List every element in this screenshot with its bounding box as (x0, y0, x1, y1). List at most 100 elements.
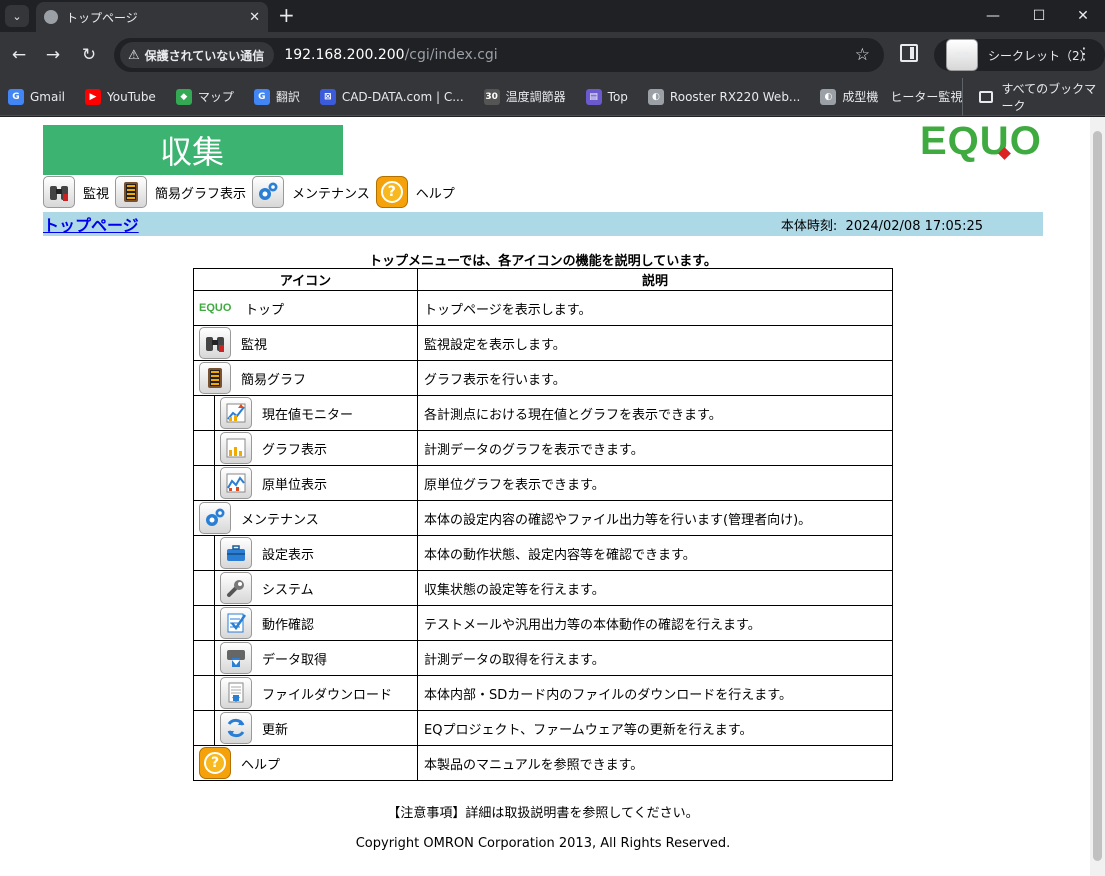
gears-icon[interactable] (252, 176, 285, 208)
bookmark-label: CAD-DATA.com | C... (341, 89, 464, 104)
icon-cell: メンテナンス (193, 500, 418, 536)
wrench-icon[interactable] (220, 572, 252, 604)
folder-icon (979, 91, 994, 103)
bookmark-item[interactable]: ◆ マップ (175, 88, 234, 105)
back-button[interactable]: ← (6, 42, 32, 68)
icon-cell: ? ヘルプ (193, 745, 418, 781)
gears-icon[interactable] (199, 502, 231, 534)
icon-cell-content: 原単位表示 (214, 466, 417, 500)
bookmark-label: Rooster RX220 Web... (669, 89, 801, 104)
bookmark-label: YouTube (107, 89, 156, 104)
bookmark-item[interactable]: ◐ Rooster RX220 Web... (647, 88, 801, 105)
tab-title: トップページ (66, 10, 138, 25)
tab-close-icon[interactable]: ✕ (249, 10, 260, 25)
row-label: ヘルプ (241, 757, 281, 773)
icon-cell: 動作確認 (193, 605, 418, 641)
bookmark-item[interactable]: 30 温度調節器 (483, 88, 566, 105)
bookmark-star-icon[interactable]: ☆ (855, 45, 870, 65)
table-row: 監視 監視設定を表示します。 (193, 325, 893, 361)
scrollbar-thumb[interactable] (1093, 131, 1102, 861)
row-label: 動作確認 (262, 617, 315, 633)
binoculars-icon[interactable] (43, 176, 75, 208)
data-download-icon[interactable] (220, 642, 252, 674)
tab-strip: ⌄ トップページ ✕ + — ☐ ✕ (0, 0, 1105, 32)
nav-item-label: メンテナンス (292, 186, 370, 202)
new-tab-button[interactable]: + (278, 5, 295, 25)
icon-cell: 更新 (193, 710, 418, 746)
abacus-icon[interactable] (199, 362, 231, 394)
url-text[interactable]: 192.168.200.200/cgi/index.cgi (284, 47, 497, 63)
breadcrumb-top-link[interactable]: トップページ (43, 212, 139, 236)
maximize-button[interactable]: ☐ (1015, 0, 1063, 32)
bookmark-item[interactable]: ▤ Top (585, 88, 628, 105)
table-row: ファイルダウンロード 本体内部・SDカード内のファイルのダウンロードを行えます。 (193, 675, 893, 711)
header-description: 説明 (417, 268, 893, 291)
checklist-icon[interactable] (220, 607, 252, 639)
help-icon[interactable]: ? (199, 747, 231, 779)
bookmark-item[interactable]: ◐ 成型機 ヒーター監視 (820, 88, 962, 105)
row-label: 更新 (262, 722, 289, 738)
address-bar[interactable]: ⚠ 保護されていない通信 192.168.200.200/cgi/index.c… (114, 38, 884, 72)
page-title-banner: 収集 (43, 125, 343, 175)
icon-cell-content: 設定表示 (214, 536, 417, 570)
google-icon: G (8, 88, 24, 105)
toolbox-icon[interactable] (220, 537, 252, 569)
monitor-chart-icon[interactable] (220, 397, 252, 429)
nav-item[interactable]: 監視 (43, 176, 109, 208)
reload-button[interactable]: ↻ (76, 42, 102, 68)
table-row: システム 収集状態の設定等を行えます。 (193, 570, 893, 606)
nav-item[interactable]: メンテナンス (252, 176, 370, 208)
equo-logo-icon: EQUO (199, 302, 232, 314)
row-description: 本製品のマニュアルを参照できます。 (417, 745, 893, 781)
table-row: 設定表示 本体の動作状態、設定内容等を確認できます。 (193, 535, 893, 571)
nav-item[interactable]: ? ヘルプ (375, 176, 455, 208)
row-label: ファイルダウンロード (262, 687, 393, 703)
active-tab[interactable]: トップページ ✕ (36, 2, 268, 32)
row-label: 簡易グラフ (241, 372, 307, 388)
side-panel-icon[interactable] (900, 44, 918, 62)
icon-cell-content: データ取得 (214, 641, 417, 675)
file-download-icon[interactable] (220, 677, 252, 709)
table-row: 現在値モニター 各計測点における現在値とグラフを表示できます。 (193, 395, 893, 431)
bar-chart-icon[interactable] (220, 432, 252, 464)
row-description: 本体の設定内容の確認やファイル出力等を行います(管理者向け)。 (417, 500, 893, 536)
row-description: 各計測点における現在値とグラフを表示できます。 (417, 395, 893, 431)
icon-cell: 簡易グラフ (193, 360, 418, 396)
tab-search-button[interactable]: ⌄ (5, 5, 29, 27)
bookmark-item[interactable]: G 翻訳 (253, 88, 300, 105)
binoculars-icon[interactable] (199, 327, 231, 359)
security-chip[interactable]: ⚠ 保護されていない通信 (120, 42, 275, 68)
minimize-button[interactable]: — (969, 0, 1017, 32)
nav-item-label: 簡易グラフ表示 (155, 186, 247, 202)
help-icon[interactable]: ? (375, 176, 408, 208)
refresh-icon[interactable] (220, 712, 252, 744)
bookmark-label: 温度調節器 (505, 90, 566, 104)
row-label: トップ (245, 302, 285, 318)
equo-logo[interactable]: EQUO (920, 119, 1042, 164)
unit-chart-icon[interactable] (220, 467, 252, 499)
bookmark-item[interactable]: ⊠ CAD-DATA.com | C... (319, 88, 464, 105)
main-nav: 監視 簡易グラフ表示 メンテナンス ? ヘルプ (43, 175, 461, 209)
all-bookmarks-button[interactable]: すべてのブックマーク (962, 78, 1105, 116)
security-label: 保護されていない通信 (144, 48, 265, 63)
row-description: 計測データのグラフを表示できます。 (417, 430, 893, 466)
bookmark-item[interactable]: ▶ YouTube (85, 88, 156, 105)
table-row: ? ヘルプ 本製品のマニュアルを参照できます。 (193, 745, 893, 781)
abacus-icon[interactable] (115, 176, 148, 208)
nav-item[interactable]: 簡易グラフ表示 (115, 176, 246, 208)
breadcrumb-bar: トップページ 本体時刻: 2024/02/08 17:05:25 (43, 212, 1043, 236)
top-icon: ▤ (585, 88, 602, 105)
browser-toolbar: ← → ↻ ⚠ 保護されていない通信 192.168.200.200/cgi/i… (0, 32, 1105, 78)
menu-kebab-icon[interactable]: ⋮ (1076, 44, 1092, 63)
bookmark-item[interactable]: G Gmail (8, 88, 65, 105)
maps-icon: ◆ (175, 88, 192, 105)
nav-item-label: 監視 (83, 186, 110, 202)
close-window-button[interactable]: ✕ (1059, 0, 1105, 32)
intro-text: トップメニューでは、各アイコンの機能を説明しています。 (369, 254, 717, 269)
row-description: 原単位グラフを表示できます。 (417, 465, 893, 501)
row-label: メンテナンス (241, 512, 319, 528)
forward-button[interactable]: → (40, 42, 66, 68)
table-row: EQUO トップ トップページを表示します。 (193, 290, 893, 326)
vertical-scrollbar[interactable] (1090, 117, 1105, 876)
row-description: 収集状態の設定等を行えます。 (417, 570, 893, 606)
